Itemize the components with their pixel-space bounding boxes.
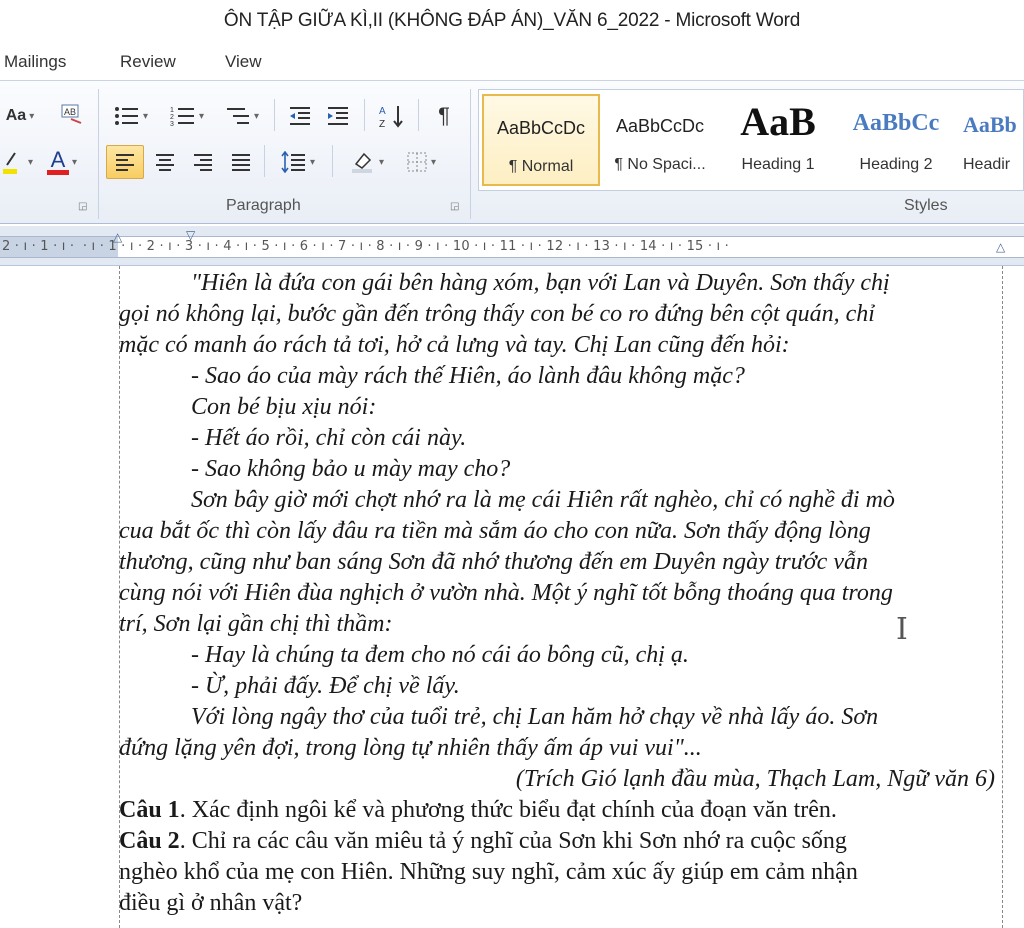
svg-text:2: 2 xyxy=(170,114,174,121)
tab-review[interactable]: Review xyxy=(120,52,176,72)
styles-gallery: AaBbCcDc ¶ Normal AaBbCcDc ¶ No Spaci...… xyxy=(478,89,1024,191)
styles-group-label: Styles xyxy=(904,197,948,214)
question-label: Câu 2 xyxy=(119,828,180,854)
text-line: mặc có manh áo rách tả tơi, hở cả lưng v… xyxy=(119,332,790,358)
horizontal-ruler[interactable]: 2 · ı · 1 · ı · ⁠ · ı · 1 · ı · 2 · ı · … xyxy=(0,226,1024,266)
style-normal[interactable]: AaBbCcDc ¶ Normal xyxy=(482,94,600,186)
ribbon-tab-bar: Mailings Review View xyxy=(0,44,1024,80)
text-line: - Sao không bảo u mày may cho? xyxy=(191,456,511,482)
group-separator xyxy=(98,89,99,219)
text-line: - Ừ, phải đấy. Để chị về lấy. xyxy=(191,673,460,699)
tab-view[interactable]: View xyxy=(225,52,262,72)
text-line: đứng lặng yên đợi, trong lòng tự nhiên t… xyxy=(119,735,702,761)
show-marks-button[interactable]: ¶ xyxy=(428,99,460,133)
svg-text:A: A xyxy=(379,106,386,117)
highlight-color-button[interactable]: ▾ xyxy=(0,145,36,179)
right-indent-marker-icon[interactable]: △ xyxy=(996,240,1008,254)
separator xyxy=(364,99,365,131)
citation: (Trích Gió lạnh đầu mùa, Thạch Lam, Ngữ … xyxy=(515,766,995,792)
text-line: "Hiên là đứa con gái bên hàng xóm, bạn v… xyxy=(191,270,890,296)
borders-button[interactable]: ▾ xyxy=(396,145,446,179)
style-heading-3[interactable]: AaBb Headir xyxy=(955,94,1024,186)
text-line: Sơn bây giờ mới chợt nhớ ra là mẹ cái Hi… xyxy=(191,487,895,513)
change-case-button[interactable]: Aa ▾ xyxy=(0,99,40,133)
text-line: trí, Sơn lại gần chị thì thầm: xyxy=(119,611,393,637)
text-cursor-icon: I xyxy=(896,612,908,647)
separator xyxy=(274,99,275,131)
text-line: cùng nói với Hiên đùa nghịch ở vườn nhà.… xyxy=(119,580,893,606)
text-line: - Hết áo rồi, chỉ còn cái này. xyxy=(191,425,467,451)
align-center-button[interactable] xyxy=(148,145,182,179)
text-line: Với lòng ngây thơ của tuổi trẻ, chị Lan … xyxy=(191,704,879,730)
left-indent-marker-icon[interactable]: △ xyxy=(113,230,125,244)
question-text: . Chỉ ra các câu văn miêu tả ý nghĩ của … xyxy=(179,828,847,854)
font-dialog-launcher-icon[interactable]: ◲ xyxy=(78,201,87,212)
separator xyxy=(332,145,333,177)
style-heading-2[interactable]: AaBbCc Heading 2 xyxy=(837,94,955,186)
decrease-indent-icon[interactable] xyxy=(282,99,318,133)
ribbon: Aa ▾ AB ▾ A ▾ ▾ 1 2 3 ▾ ▾ AZ ¶ ▾ ▾ ▾ ◲ P… xyxy=(0,80,1024,224)
text-line: nghèo khổ của mẹ con Hiên. Những suy ngh… xyxy=(119,859,858,885)
paragraph-dialog-launcher-icon[interactable]: ◲ xyxy=(450,201,459,212)
text-line: thương, cũng như ban sáng Sơn đã nhớ thư… xyxy=(119,549,868,575)
style-no-spacing[interactable]: AaBbCcDc ¶ No Spaci... xyxy=(601,94,719,186)
svg-text:1: 1 xyxy=(170,107,174,114)
first-line-indent-marker-icon[interactable]: ▽ xyxy=(186,228,198,242)
separator xyxy=(418,99,419,131)
align-left-button[interactable] xyxy=(106,145,144,179)
ruler-scale: 2 · ı · 1 · ı · ⁠ · ı · 1 · ı · 2 · ı · … xyxy=(2,239,730,254)
title-bar: ÔN TẬP GIỮA KÌ,II (KHÔNG ĐÁP ÁN)_VĂN 6_2… xyxy=(0,0,1024,44)
svg-text:AB: AB xyxy=(64,107,76,117)
clear-formatting-icon[interactable]: AB xyxy=(54,97,90,131)
ruler-strip: 2 · ı · 1 · ı · ⁠ · ı · 1 · ı · 2 · ı · … xyxy=(0,236,1024,258)
text-line: điều gì ở nhân vật? xyxy=(119,890,303,916)
sort-icon[interactable]: AZ xyxy=(372,99,412,133)
line-spacing-button[interactable]: ▾ xyxy=(272,145,324,179)
style-heading-1[interactable]: AaB Heading 1 xyxy=(719,94,837,186)
paragraph-group-label: Paragraph xyxy=(226,197,301,214)
question-text: . Xác định ngôi kể và phương thức biểu đ… xyxy=(179,797,837,823)
question-1: Câu 1. Xác định ngôi kể và phương thức b… xyxy=(119,795,1003,826)
shading-button[interactable]: ▾ xyxy=(342,145,392,179)
text-line: cua bắt ốc thì còn lấy đâu ra tiền mà sắ… xyxy=(119,518,871,544)
justify-button[interactable] xyxy=(224,145,258,179)
document-body[interactable]: "Hiên là đứa con gái bên hàng xóm, bạn v… xyxy=(119,268,1003,919)
multilevel-list-button[interactable]: ▾ xyxy=(218,99,266,133)
numbering-button[interactable]: 1 2 3 ▾ xyxy=(162,99,212,133)
question-label: Câu 1 xyxy=(119,797,180,823)
group-separator xyxy=(470,89,471,219)
text-line: - Hay là chúng ta đem cho nó cái áo bông… xyxy=(191,642,689,668)
svg-text:3: 3 xyxy=(170,121,174,127)
question-2: Câu 2. Chỉ ra các câu văn miêu tả ý nghĩ… xyxy=(119,826,1003,857)
text-line: Con bé bịu xịu nói: xyxy=(191,394,377,420)
svg-text:Z: Z xyxy=(379,119,385,129)
align-right-button[interactable] xyxy=(186,145,220,179)
text-line: - Sao áo của mày rách thế Hiên, áo lành … xyxy=(191,363,745,389)
window-title: ÔN TẬP GIỮA KÌ,II (KHÔNG ĐÁP ÁN)_VĂN 6_2… xyxy=(223,10,801,31)
text-line: gọi nó không lại, bước gần đến trông thấ… xyxy=(119,301,875,327)
tab-mailings[interactable]: Mailings xyxy=(4,52,66,72)
font-color-button[interactable]: A ▾ xyxy=(40,145,84,179)
separator xyxy=(264,145,265,177)
bullets-button[interactable]: ▾ xyxy=(108,99,154,133)
increase-indent-icon[interactable] xyxy=(320,99,356,133)
